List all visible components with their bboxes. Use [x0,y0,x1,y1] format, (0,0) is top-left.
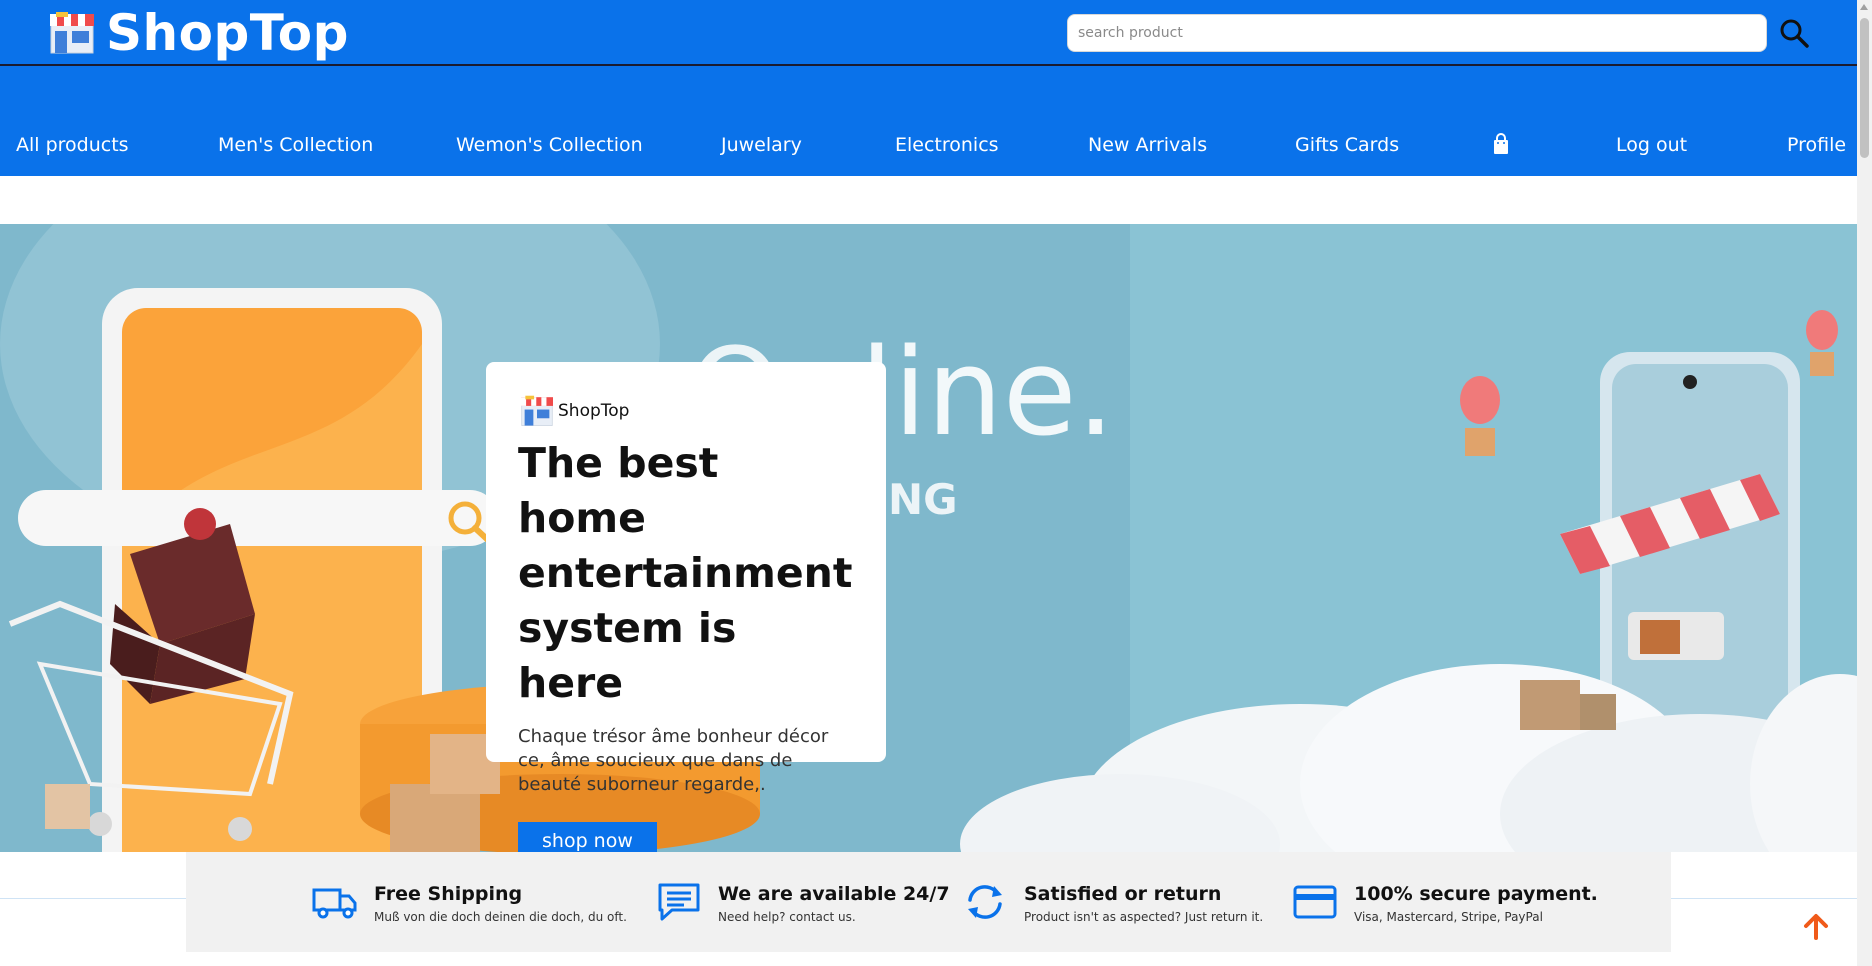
feature-title: Satisfied or return [1024,883,1222,905]
refresh-icon [968,885,1002,919]
nav-gift-cards[interactable]: Gifts Cards [1295,134,1399,156]
nav-jewelry[interactable]: Juwelary [721,134,802,156]
feature-free-shipping: Free Shipping Muß von die doch deinen di… [312,882,627,924]
nav-mens-collection[interactable]: Men's Collection [218,134,373,156]
store-icon [521,395,553,426]
arrow-up-icon[interactable] [1803,912,1829,940]
truck-icon [312,888,357,919]
feature-subtitle: Need help? contact us. [718,910,856,924]
feature-title: 100% secure payment. [1354,883,1598,905]
hero-banner: O line. NG [0,224,1857,852]
hero-title: The best home entertainment system is he… [518,439,853,707]
feature-title: Free Shipping [374,883,523,905]
feature-title: We are available 24/7 [718,883,950,905]
search-input[interactable] [1067,14,1767,52]
store-icon [50,12,94,54]
nav-all-products[interactable]: All products [16,134,129,156]
feature-satisfied-return: Satisfied or return Product isn't as asp… [962,882,1263,924]
hero-card-brand-name: ShopTop [558,401,630,421]
search-icon[interactable] [1778,17,1810,49]
top-header: ShopTop [0,0,1857,66]
scroll-up-arrow-icon[interactable] [1860,4,1868,10]
hero-bg-text-line: line. [860,324,1115,463]
nav-electronics[interactable]: Electronics [895,134,999,156]
nav-log-out[interactable]: Log out [1616,134,1687,156]
page: ShopTop All products Men's Collection We… [0,0,1872,966]
feature-availability: We are available 24/7 Need help? contact… [656,882,950,924]
brand-name: ShopTop [106,4,349,62]
shopping-bag-icon[interactable] [1492,133,1510,155]
features-strip: Free Shipping Muß von die doch deinen di… [186,852,1671,952]
feature-subtitle: Visa, Mastercard, Stripe, PayPal [1354,910,1543,924]
page-scrollbar[interactable] [1857,0,1872,966]
feature-subtitle: Product isn't as aspected? Just return i… [1024,910,1264,924]
hero-description: Chaque trésor âme bonheur décor ce, âme … [518,726,829,795]
hero-illustration: O line. NG [0,224,1857,852]
nav-profile[interactable]: Profile [1787,134,1846,156]
hero-card-brand: ShopTop [518,394,854,428]
main-nav: All products Men's Collection Wemon's Co… [0,66,1857,176]
nav-new-arrivals[interactable]: New Arrivals [1088,134,1207,156]
feature-secure-payment: 100% secure payment. Visa, Mastercard, S… [1292,882,1598,924]
scrollbar-thumb[interactable] [1860,18,1869,158]
credit-card-icon [1293,885,1337,919]
feature-subtitle: Muß von die doch deinen die doch, du oft… [374,910,627,924]
chat-icon [658,883,700,921]
svg-text:NG: NG [888,475,958,524]
brand-logo[interactable]: ShopTop [48,4,349,62]
nav-womens-collection[interactable]: Wemon's Collection [456,134,643,156]
hero-card: ShopTop The best home entertainment syst… [486,362,886,860]
